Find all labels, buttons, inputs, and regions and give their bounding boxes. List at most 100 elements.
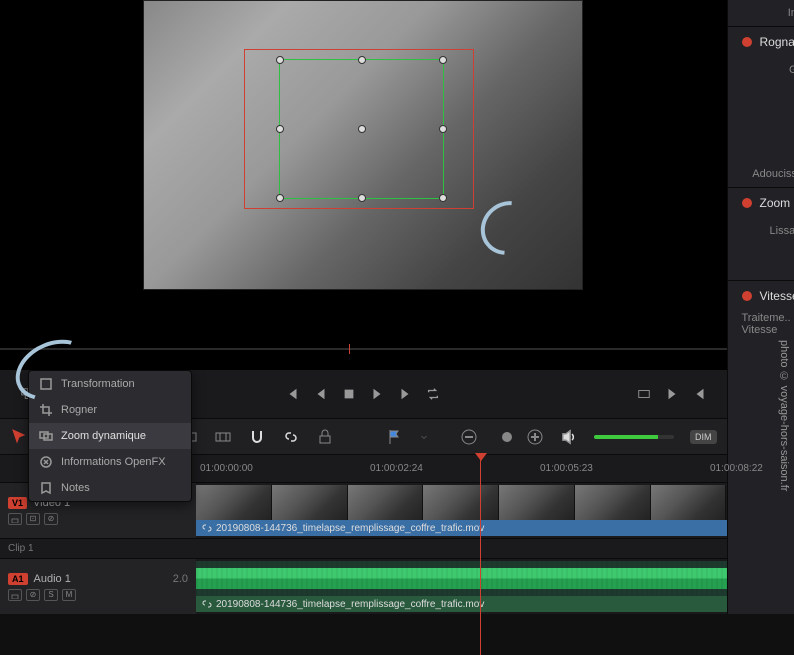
ruler-tick: 01:00:02:24 [370, 463, 423, 474]
clip-thumbnail [348, 485, 424, 520]
track-level: 2.0 [173, 573, 188, 585]
zoom-dynamique-header[interactable]: Zoom dynamique [728, 187, 794, 218]
loop-icon[interactable] [426, 387, 440, 401]
arrow-tool-icon[interactable] [10, 428, 28, 446]
section-title: Vitesse et Mise à l'échelle [760, 289, 794, 303]
menu-openfx[interactable]: Informations OpenFX [29, 449, 191, 475]
playhead[interactable] [480, 455, 481, 655]
next-frame-icon[interactable] [398, 387, 412, 401]
inspector-panel: Inverser Rognage Gauche 0.000 Droit 0.00… [727, 0, 794, 614]
menu-rogner[interactable]: Rogner [29, 397, 191, 423]
ruler-tick: 01:00:08:22 [710, 463, 763, 474]
first-frame-icon[interactable] [286, 387, 300, 401]
zoom-out-icon[interactable] [460, 428, 478, 446]
volume-slider[interactable] [594, 435, 674, 439]
link-icon [202, 599, 212, 609]
zoom-dyn-icon [39, 429, 53, 443]
crop-icon [39, 403, 53, 417]
param-label: Droit [742, 90, 794, 102]
section-dot-icon [742, 198, 752, 208]
param-label: Gauche [742, 64, 794, 76]
ruler-tick: 01:00:00:00 [200, 463, 253, 474]
flag-icon[interactable] [386, 428, 404, 446]
section-dot-icon [742, 291, 752, 301]
fx-icon [39, 455, 53, 469]
lock-icon[interactable] [8, 513, 22, 525]
audio-track-header[interactable]: A1 Audio 1 2.0 ⊘ S M [0, 559, 196, 614]
rognage-header[interactable]: Rognage [728, 26, 794, 57]
overwrite-icon[interactable] [214, 428, 232, 446]
handle-bm[interactable] [358, 194, 366, 202]
clip-thumbnail [651, 485, 727, 520]
zoom-start-rect[interactable] [279, 59, 444, 199]
handle-ml[interactable] [276, 125, 284, 133]
inverser-label: Inverser [742, 7, 794, 19]
watermark: photo © voyage-hors-saison.fr [778, 340, 790, 491]
menu-label: Informations OpenFX [61, 456, 166, 468]
lock-icon[interactable] [316, 428, 334, 446]
handle-tl[interactable] [276, 56, 284, 64]
clip-thumbnail [575, 485, 651, 520]
menu-label: Transformation [61, 378, 135, 390]
menu-label: Rogner [61, 404, 97, 416]
overlay-dropdown: Transformation Rogner Zoom dynamique Inf… [28, 370, 192, 502]
prev-frame-icon[interactable] [314, 387, 328, 401]
menu-notes[interactable]: Notes [29, 475, 191, 501]
video-frame [143, 0, 583, 290]
zoom-in-icon[interactable] [526, 428, 544, 446]
in-point-icon[interactable] [665, 387, 679, 401]
snap-icon[interactable] [248, 428, 266, 446]
clip-thumbnail [196, 485, 272, 520]
notes-icon [39, 481, 53, 495]
track-name: Audio 1 [34, 573, 71, 585]
param-label: Adoucissement [742, 168, 794, 180]
param-label: Bas [742, 142, 794, 154]
traitement-label: Traiteme.. Vitesse [742, 312, 794, 336]
transform-icon [39, 377, 53, 391]
vitesse-header[interactable]: Vitesse et Mise à l'échelle [728, 280, 794, 311]
play-icon[interactable] [370, 387, 384, 401]
clip-thumbnail [423, 485, 499, 520]
section-dot-icon [742, 37, 752, 47]
link-icon[interactable] [282, 428, 300, 446]
audio-clip-name: 20190808-144736_timelapse_remplissage_co… [216, 599, 484, 610]
clip-thumbnail [499, 485, 575, 520]
handle-center[interactable] [358, 125, 366, 133]
clip-thumbnail [272, 485, 348, 520]
audio-clip[interactable]: 20190808-144736_timelapse_remplissage_co… [196, 561, 727, 612]
link-icon [202, 523, 212, 533]
ruler-tick: 01:00:05:23 [540, 463, 593, 474]
audio-track-content[interactable]: 20190808-144736_timelapse_remplissage_co… [196, 559, 727, 614]
menu-zoom-dynamique[interactable]: Zoom dynamique [29, 423, 191, 449]
video-track-content[interactable]: 20190808-144736_timelapse_remplissage_co… [196, 483, 727, 538]
disable-track-icon[interactable]: ⊘ [44, 513, 58, 525]
disable-track-icon[interactable]: ⊘ [26, 589, 40, 601]
dim-button[interactable]: DIM [690, 430, 717, 444]
out-point-icon[interactable] [693, 387, 707, 401]
clip-name: 20190808-144736_timelapse_remplissage_co… [216, 523, 484, 534]
menu-label: Notes [61, 482, 90, 494]
mute-icon[interactable]: M [62, 589, 76, 601]
clip-info-row: Clip 1 [0, 538, 727, 558]
video-viewer[interactable] [0, 0, 727, 370]
match-frame-icon[interactable] [637, 387, 651, 401]
track-badge: A1 [8, 573, 28, 585]
video-clip[interactable]: 20190808-144736_timelapse_remplissage_co… [196, 485, 727, 536]
menu-label: Zoom dynamique [61, 430, 146, 442]
param-label: Haut [742, 116, 794, 128]
lissage-label: Lissage [770, 225, 794, 237]
chevron-down-icon[interactable] [420, 430, 428, 444]
stop-icon[interactable] [342, 387, 356, 401]
lock-icon[interactable] [8, 589, 22, 601]
clip-label: Clip 1 [8, 543, 34, 554]
section-title: Rognage [760, 35, 794, 49]
track-badge: V1 [8, 497, 27, 509]
waveform [196, 561, 727, 596]
section-title: Zoom dynamique [760, 196, 794, 210]
speaker-icon[interactable] [560, 428, 578, 446]
link-track-icon[interactable]: ⊡ [26, 513, 40, 525]
viewer-scrubber[interactable] [0, 348, 727, 350]
handle-tm[interactable] [358, 56, 366, 64]
menu-transformation[interactable]: Transformation [29, 371, 191, 397]
solo-icon[interactable]: S [44, 589, 58, 601]
